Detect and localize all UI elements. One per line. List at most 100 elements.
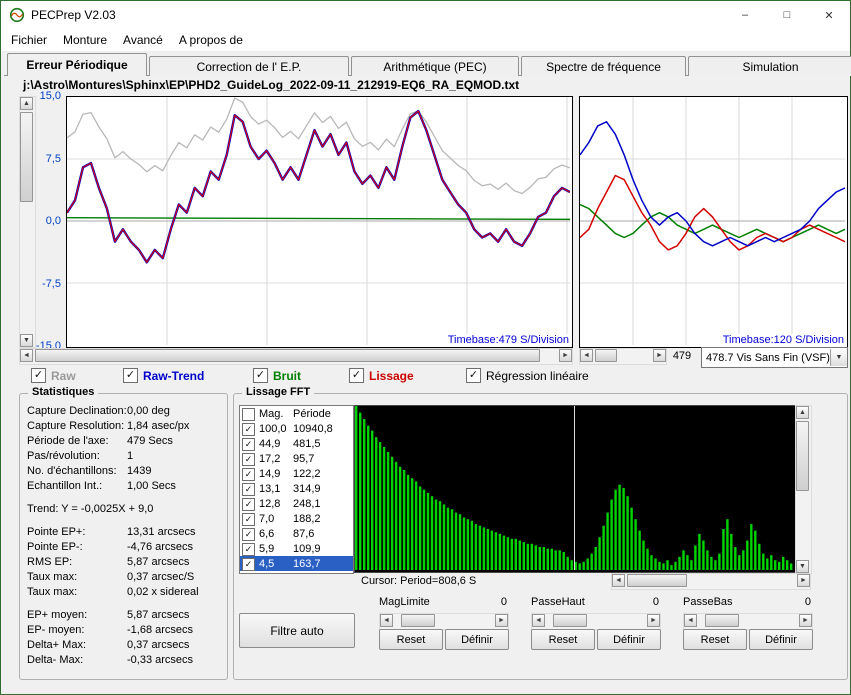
- checkbox-icon[interactable]: ✓: [242, 452, 255, 466]
- scrollbar-fft-vertical[interactable]: ▲ ▼: [795, 405, 812, 574]
- right-timebase-label: Timebase:120 S/Division: [722, 334, 844, 346]
- fft-list-row-5[interactable]: ✓ 12,8 248,1: [240, 496, 353, 511]
- scroll-right-icon[interactable]: ►: [647, 614, 660, 627]
- checkbox-icon[interactable]: ✓: [242, 422, 255, 436]
- tab-4[interactable]: Simulation: [688, 56, 851, 76]
- scroll-left-icon[interactable]: ◄: [380, 614, 393, 627]
- minimize-button[interactable]: –: [724, 1, 766, 29]
- define-button-1[interactable]: Définir: [597, 629, 661, 650]
- main-chart[interactable]: Timebase:479 S/Division: [65, 96, 573, 348]
- scroll-right-icon[interactable]: ►: [495, 614, 508, 627]
- scrollbar-track[interactable]: [545, 614, 647, 629]
- title-bar[interactable]: PECPrep V2.03 – □ ✕: [1, 1, 850, 29]
- scrollbar-slider-2[interactable]: ◄ ►: [683, 613, 813, 630]
- scrollbar-track[interactable]: [20, 110, 35, 334]
- scrollbar-track[interactable]: [593, 349, 653, 364]
- scrollbar-thumb[interactable]: [553, 614, 587, 627]
- series-toggle-3[interactable]: ✓ Lissage: [349, 368, 414, 383]
- fft-list-header[interactable]: Mag. Période: [240, 406, 353, 421]
- tab-1[interactable]: Correction de l' E.P.: [149, 56, 349, 76]
- stat-row: Pointe EP+: 13,31 arcsecs: [27, 526, 196, 538]
- scrollbar-track[interactable]: [33, 349, 559, 364]
- checkbox-icon[interactable]: ✓: [242, 497, 255, 511]
- scroll-right-icon[interactable]: ►: [797, 574, 810, 587]
- scroll-right-icon[interactable]: ►: [559, 349, 572, 362]
- menu-item-3[interactable]: A propos de: [171, 30, 251, 50]
- checkbox-icon[interactable]: ✓: [242, 542, 255, 556]
- menu-item-2[interactable]: Avancé: [115, 30, 171, 50]
- fft-list-row-4[interactable]: ✓ 13,1 314,9: [240, 481, 353, 496]
- scrollbar-thumb[interactable]: [705, 614, 739, 627]
- series-toggle-4[interactable]: ✓ Régression linéaire: [466, 368, 589, 383]
- reset-button-2[interactable]: Reset: [683, 629, 747, 650]
- combo-dropdown-icon[interactable]: ▼: [830, 349, 847, 366]
- checkbox-icon[interactable]: ✓: [242, 512, 255, 526]
- checkbox-icon[interactable]: ✓: [466, 368, 481, 383]
- scroll-right-icon[interactable]: ►: [653, 349, 666, 362]
- main-chart-svg: [65, 97, 571, 345]
- tab-2[interactable]: Arithmétique (PEC): [351, 56, 519, 76]
- series-toggle-2[interactable]: ✓ Bruit: [253, 368, 301, 383]
- menu-item-0[interactable]: Fichier: [3, 30, 55, 50]
- scroll-left-icon[interactable]: ◄: [684, 614, 697, 627]
- fft-list-row-0[interactable]: ✓ 100,0 10940,8: [240, 421, 353, 436]
- scroll-left-icon[interactable]: ◄: [580, 349, 593, 362]
- fft-list-row-2[interactable]: ✓ 17,2 95,7: [240, 451, 353, 466]
- checkbox-icon[interactable]: ✓: [242, 467, 255, 481]
- scroll-down-icon[interactable]: ▼: [20, 334, 33, 347]
- scroll-left-icon[interactable]: ◄: [612, 574, 625, 587]
- fft-list-row-6[interactable]: ✓ 7,0 188,2: [240, 511, 353, 526]
- tab-3[interactable]: Spectre de fréquence: [521, 56, 686, 76]
- fft-list-row-7[interactable]: ✓ 6,6 87,6: [240, 526, 353, 541]
- scrollbar-thumb[interactable]: [796, 421, 809, 491]
- checkbox-icon[interactable]: ✓: [242, 527, 255, 541]
- scroll-down-icon[interactable]: ▼: [796, 560, 809, 573]
- axis-period-combobox[interactable]: 478.7 Vis Sans Fin (VSF) ▼: [701, 347, 848, 368]
- checkbox-icon[interactable]: ✓: [349, 368, 364, 383]
- scrollbar-track[interactable]: [697, 614, 799, 629]
- scrollbar-right-horizontal[interactable]: ◄ ►: [579, 348, 667, 365]
- scrollbar-thumb[interactable]: [35, 349, 540, 362]
- scrollbar-track[interactable]: [393, 614, 495, 629]
- reset-button-1[interactable]: Reset: [531, 629, 595, 650]
- scrollbar-main-vertical[interactable]: ▲ ▼: [19, 96, 36, 348]
- checkbox-icon[interactable]: ✓: [123, 368, 138, 383]
- scroll-up-icon[interactable]: ▲: [20, 97, 33, 110]
- select-all-checkbox[interactable]: [242, 407, 255, 421]
- define-button-0[interactable]: Définir: [445, 629, 509, 650]
- scrollbar-slider-0[interactable]: ◄ ►: [379, 613, 509, 630]
- smoothed-chart[interactable]: Timebase:120 S/Division: [579, 96, 848, 348]
- fft-list-row-9[interactable]: ✓ 4,5 163,7: [240, 556, 353, 571]
- checkbox-icon[interactable]: ✓: [253, 368, 268, 383]
- checkbox-icon[interactable]: ✓: [242, 482, 255, 496]
- scrollbar-track[interactable]: [796, 419, 811, 560]
- fft-list-row-3[interactable]: ✓ 14,9 122,2: [240, 466, 353, 481]
- scroll-up-icon[interactable]: ▲: [796, 406, 809, 419]
- close-button[interactable]: ✕: [808, 1, 850, 29]
- tab-0[interactable]: Erreur Périodique: [7, 53, 147, 76]
- maximize-button[interactable]: □: [766, 1, 808, 29]
- fft-list-row-1[interactable]: ✓ 44,9 481,5: [240, 436, 353, 451]
- fft-spectrum[interactable]: [354, 405, 797, 573]
- series-toggle-1[interactable]: ✓ Raw-Trend: [123, 368, 204, 383]
- checkbox-icon[interactable]: ✓: [242, 557, 255, 571]
- scrollbar-track[interactable]: [625, 574, 797, 589]
- scrollbar-thumb[interactable]: [595, 349, 617, 362]
- auto-filter-button[interactable]: Filtre auto: [239, 613, 355, 648]
- scrollbar-main-horizontal[interactable]: ◄ ►: [19, 348, 573, 365]
- series-toggle-0[interactable]: ✓ Raw: [31, 368, 76, 383]
- scroll-left-icon[interactable]: ◄: [20, 349, 33, 362]
- scrollbar-thumb[interactable]: [20, 112, 33, 202]
- scrollbar-thumb[interactable]: [401, 614, 435, 627]
- define-button-2[interactable]: Définir: [749, 629, 813, 650]
- reset-button-0[interactable]: Reset: [379, 629, 443, 650]
- fft-list-row-8[interactable]: ✓ 5,9 109,9: [240, 541, 353, 556]
- checkbox-icon[interactable]: ✓: [242, 437, 255, 451]
- menu-item-1[interactable]: Monture: [55, 30, 115, 50]
- scrollbar-thumb[interactable]: [627, 574, 687, 587]
- scroll-right-icon[interactable]: ►: [799, 614, 812, 627]
- checkbox-icon[interactable]: ✓: [31, 368, 46, 383]
- scroll-left-icon[interactable]: ◄: [532, 614, 545, 627]
- scrollbar-fft-horizontal[interactable]: ◄ ►: [611, 573, 811, 590]
- scrollbar-slider-1[interactable]: ◄ ►: [531, 613, 661, 630]
